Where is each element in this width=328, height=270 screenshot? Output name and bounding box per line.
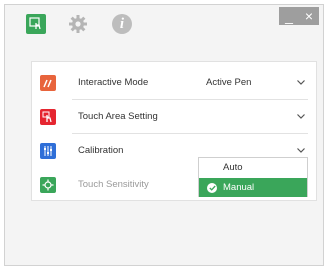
info-glyph: i [112,14,132,34]
calibration-icon [40,142,56,159]
interactive-mode-value[interactable]: Active Pen [206,77,251,88]
check-icon [207,182,217,193]
interactive-mode-row[interactable]: Interactive Mode Active Pen [32,66,316,99]
touch-sensitivity-label: Touch Sensitivity [78,179,149,190]
minimize-button[interactable]: _ [279,7,299,25]
pen-icon [40,74,56,91]
option-label: Auto [223,162,243,173]
option-label: Manual [223,182,255,193]
interactive-mode-label: Interactive Mode [78,77,149,88]
calibration-dropdown[interactable]: Auto Manual [198,157,308,197]
touch-icon[interactable] [25,13,47,35]
calibration-label: Calibration [78,145,124,156]
dropdown-option-manual[interactable]: Manual [199,178,307,197]
chevron-down-icon[interactable] [296,112,306,122]
touch-area-label: Touch Area Setting [78,111,158,122]
window-controls: _ × [279,7,319,25]
app-window: i _ × Interactive Mode Active Pen Touch … [4,4,324,266]
close-button[interactable]: × [299,7,319,25]
sensitivity-icon [40,176,56,193]
dropdown-option-auto[interactable]: Auto [199,158,307,177]
info-icon[interactable]: i [111,13,133,35]
touch-area-icon [40,108,56,125]
touch-area-row[interactable]: Touch Area Setting [32,100,316,133]
chevron-down-icon[interactable] [296,146,306,156]
gear-icon[interactable] [67,13,89,35]
chevron-down-icon[interactable] [296,78,306,88]
